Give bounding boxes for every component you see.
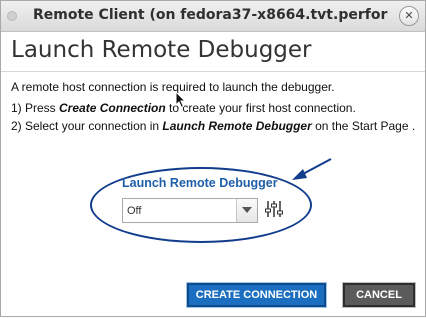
connection-select[interactable]: Off xyxy=(122,198,258,223)
remote-client-dialog: Remote Client (on fedora37-x8664.tvt.per… xyxy=(0,0,426,317)
create-connection-button[interactable]: CREATE CONNECTION xyxy=(187,283,326,307)
launch-remote-debugger-label: Launch Remote Debugger xyxy=(122,176,278,190)
annotation-arrow-icon xyxy=(292,158,332,180)
connection-select-value: Off xyxy=(127,205,142,217)
sliders-icon[interactable] xyxy=(265,200,283,218)
cancel-button[interactable]: CANCEL xyxy=(343,283,415,307)
chevron-down-icon[interactable] xyxy=(236,199,257,222)
